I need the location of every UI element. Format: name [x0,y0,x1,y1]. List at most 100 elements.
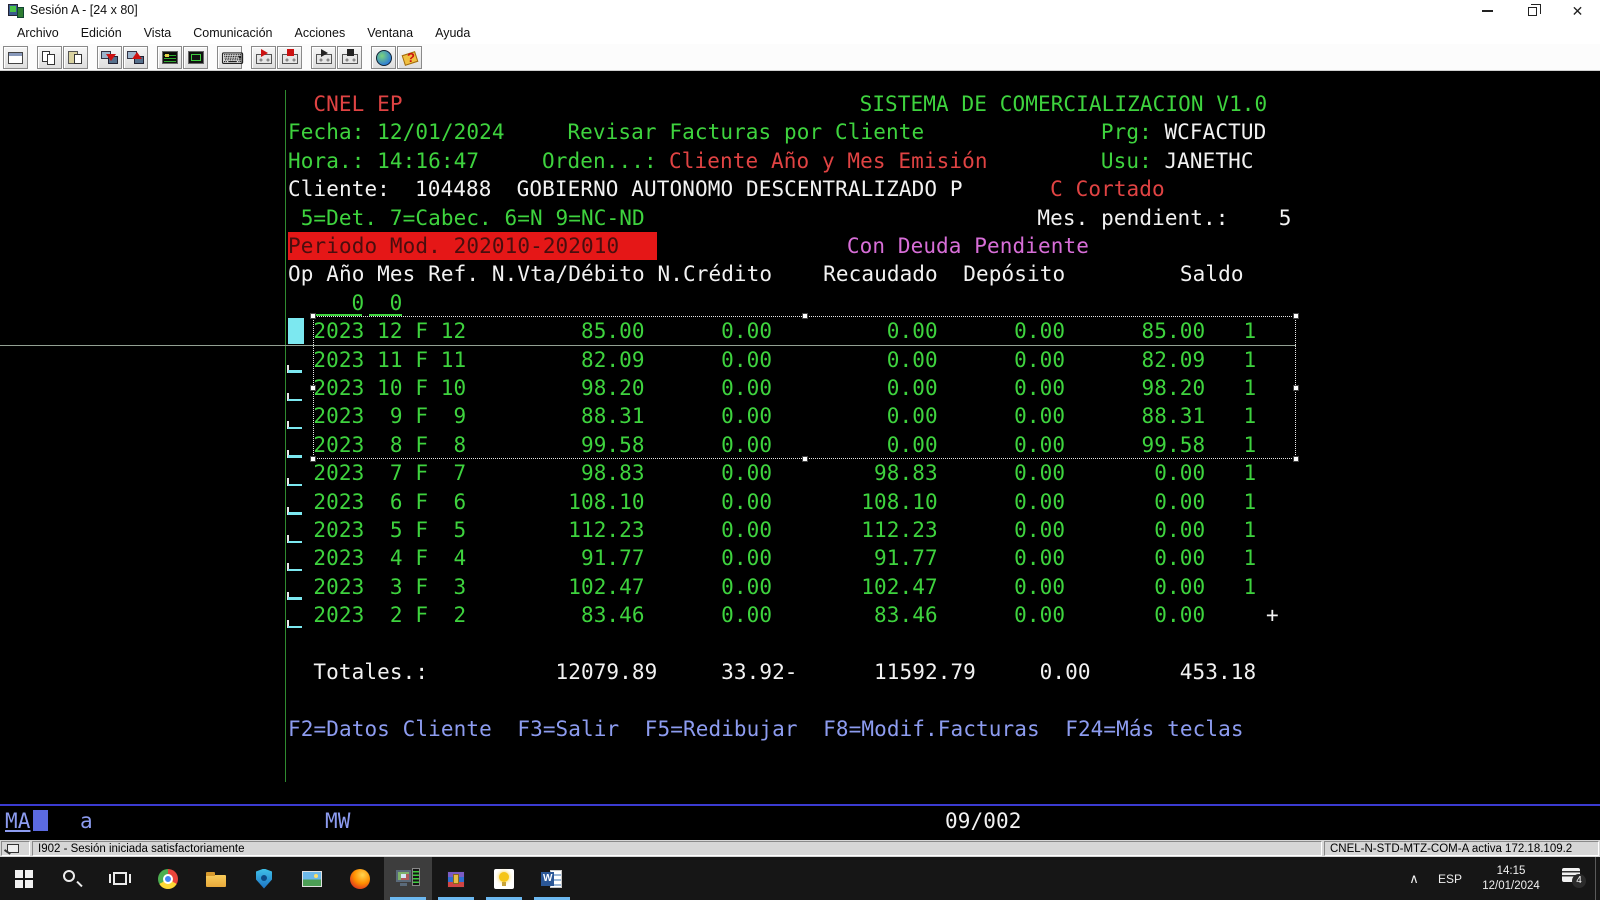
menu-ayuda[interactable]: Ayuda [424,24,481,42]
terminal-screen[interactable]: CNEL EPSISTEMA DE COMERCIALIZACION V1.0F… [0,71,1600,840]
winrar-icon [444,867,468,891]
record-macro-button[interactable] [251,46,276,69]
menu-vista[interactable]: Vista [133,24,183,42]
terminal-text: CNEL EP [313,90,402,118]
restore-button[interactable] [1510,0,1555,22]
text-cursor [288,318,304,344]
terminal-line: Hora.: 14:16:47Orden...:Cliente Año y Me… [288,147,1318,175]
terminal-text: 2023 7 F 7 98.83 0.00 98.83 0.00 0.00 1 [313,459,1256,487]
op-input-field[interactable] [287,392,303,401]
receive-file-button[interactable] [123,46,148,69]
taskbar-file-explorer-button[interactable] [192,857,240,900]
color-setup-button[interactable] [183,46,208,69]
titlebar[interactable]: Sesión A - [24 x 80] ✕ [0,0,1600,22]
web-browser-button[interactable] [371,46,396,69]
quit-macro-button[interactable] [337,46,362,69]
play-macro-icon [321,49,328,57]
new-session-icon [9,53,22,56]
play-macro-button[interactable] [311,46,336,69]
keyboard-setup-button[interactable]: ⌨ [217,46,242,69]
taskbar-firefox-button[interactable] [336,857,384,900]
help-button[interactable]: ? [397,46,422,69]
terminal-text: 2023 3 F 3 102.47 0.00 102.47 0.00 0.00 … [313,573,1256,601]
op-input-field[interactable] [287,506,303,515]
terminal-text: C Cortado [1050,175,1165,203]
taskbar-photos-button[interactable] [288,857,336,900]
op-input-field[interactable] [287,420,303,429]
menu-acciones[interactable]: Acciones [283,24,356,42]
language-indicator[interactable]: ESP [1429,872,1471,886]
file-explorer-icon [204,867,228,891]
taskbar-ideas-button[interactable] [480,857,528,900]
ideas-icon [492,867,516,891]
menu-archivo[interactable]: Archivo [6,24,70,42]
menubar: ArchivoEdiciónVistaComunicaciónAccionesV… [0,22,1600,44]
stop-macro-button[interactable] [277,46,302,69]
terminal-text: 2023 5 F 5 112.23 0.00 112.23 0.00 0.00 … [313,516,1256,544]
display-setup-icon [165,54,169,57]
field-underscore [288,455,302,458]
notification-center-button[interactable]: 4 [1551,857,1595,900]
op-input-field[interactable] [287,619,303,628]
op-input-field[interactable] [287,534,303,543]
terminal-line: 2023 6 F 6 108.10 0.00 108.10 0.00 0.00 … [288,488,1318,516]
op-input-field[interactable] [287,477,303,486]
taskbar-shield-app-button[interactable] [240,857,288,900]
tray-chevron-icon[interactable]: ∧ [1399,871,1429,887]
marquee-handle-tl[interactable] [310,313,316,319]
field-underscore [288,626,302,629]
pcomm-window: Sesión A - [24 x 80] ✕ ArchivoEdiciónVis… [0,0,1600,900]
new-session-button[interactable] [3,46,28,69]
terminal-text: Usu: [1101,147,1152,175]
taskbar-word-button[interactable] [528,857,576,900]
selection-marquee[interactable] [313,316,1296,459]
marquee-handle-mr[interactable] [1293,385,1299,391]
clock[interactable]: 14:15 12/01/2024 [1471,864,1551,894]
menu-comunicacion[interactable]: Comunicación [182,24,283,42]
terminal-line: Totales.: 12079.89 33.92- 11592.79 0.00 … [288,658,1318,686]
op-input-field[interactable] [287,562,303,571]
help-icon: ? [407,50,415,65]
display-setup-button[interactable] [157,46,182,69]
taskbar-search-button[interactable] [48,857,96,900]
terminal-line: F2=Datos Cliente F3=Salir F5=Redibujar F… [288,715,1318,743]
marquee-handle-bl[interactable] [310,456,316,462]
taskbar-chrome-button[interactable] [144,857,192,900]
terminal-text: Revisar Facturas por Cliente [567,118,924,146]
marquee-handle-bm[interactable] [802,456,808,462]
terminal-text: Orden...: [542,147,657,175]
terminal-text: Con Deuda Pendiente [847,232,1089,260]
taskbar-task-view-button[interactable] [96,857,144,900]
taskbar-winrar-button[interactable] [432,857,480,900]
marquee-handle-tr[interactable] [1293,313,1299,319]
taskbar-pcomm-button[interactable] [384,857,432,900]
terminal-line: 2023 5 F 5 112.23 0.00 112.23 0.00 0.00 … [288,516,1318,544]
oia-cursor-block [33,810,48,831]
terminal-text: Cliente: [288,175,390,203]
terminal-line: Fecha: 12/01/2024Revisar Facturas por Cl… [288,118,1318,146]
menu-ventana[interactable]: Ventana [356,24,424,42]
copy-button[interactable] [37,46,62,69]
op-input-field[interactable] [287,591,303,600]
send-file-button[interactable] [97,46,122,69]
terminal-text: 5=Det. 7=Cabec. 6=N 9=NC-ND [301,204,645,232]
oia-keyboard-indicator: a [80,808,93,834]
menu-edicion[interactable]: Edición [70,24,133,42]
show-desktop-strip[interactable] [1595,857,1600,900]
terminal-text: Prg: [1101,118,1152,146]
window-title: Sesión A - [24 x 80] [30,3,138,17]
stop-macro-icon [287,49,294,56]
marquee-handle-br[interactable] [1293,456,1299,462]
paste-button[interactable] [63,46,88,69]
op-input-field[interactable] [287,364,303,373]
field-underscore [288,512,302,515]
close-icon: ✕ [1572,4,1584,18]
taskbar-start-button[interactable] [0,857,48,900]
terminal-line: Cliente:104488GOBIERNO AUTONOMO DESCENTR… [288,175,1318,203]
close-button[interactable]: ✕ [1555,0,1600,22]
op-input-field[interactable] [287,449,303,458]
terminal-line: Periodo Mod. 202010-202010 Con Deuda Pen… [288,232,1318,260]
marquee-handle-tm[interactable] [802,313,808,319]
marquee-handle-ml[interactable] [310,385,316,391]
minimize-button[interactable] [1465,0,1510,22]
